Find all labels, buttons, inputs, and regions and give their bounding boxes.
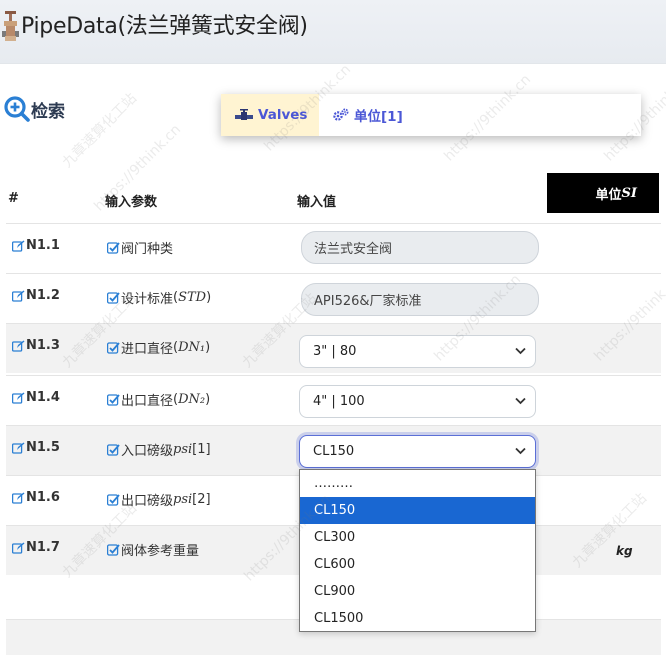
param-suffix: [1]: [192, 442, 211, 457]
param-name: 进口直径(DN₁): [107, 338, 210, 357]
checkbox-checked-icon: [107, 543, 120, 556]
row-id[interactable]: N1.4: [12, 390, 60, 405]
inlet-diameter-value: 3" | 80: [313, 344, 357, 359]
param-symbol: psi: [173, 492, 193, 507]
tab-units[interactable]: 单位[1]: [319, 94, 403, 136]
row-id[interactable]: N1.3: [12, 338, 60, 353]
tab-valves-label: Valves: [258, 107, 308, 123]
app-title: PipeData(法兰弹簧式安全阀): [21, 14, 308, 39]
inlet-class-options: ……… CL150 CL300 CL600 CL900 CL1500: [299, 469, 536, 632]
edit-icon: [12, 542, 25, 554]
outlet-diameter-value: 4" | 100: [313, 394, 365, 409]
param-name: 出口磅级 psi [2]: [107, 490, 211, 509]
chevron-down-icon: [515, 447, 526, 455]
edit-icon: [12, 240, 25, 252]
param-name: 阀门种类: [107, 238, 173, 257]
design-standard-field[interactable]: API526&厂家标准: [301, 283, 539, 316]
table-header: # 输入参数 输入值 单位 SI: [0, 173, 666, 213]
inlet-class-value: CL150: [313, 444, 355, 459]
header-param: 输入参数: [105, 195, 158, 210]
param-label: 入口磅级: [121, 444, 174, 459]
option-placeholder[interactable]: ………: [300, 470, 535, 497]
search-label: 检索: [31, 101, 65, 122]
edit-icon: [12, 492, 25, 504]
option-cl300[interactable]: CL300: [300, 524, 535, 551]
param-label: 阀体参考重量: [121, 544, 200, 559]
param-suffix: [2]: [192, 492, 211, 507]
header-value: 输入值: [297, 195, 337, 210]
table-row: N1.4 出口直径(DN₂) 4" | 100: [6, 375, 661, 425]
param-symbol: psi: [173, 442, 193, 457]
checkbox-checked-icon: [107, 443, 120, 456]
table-row: N1.1 阀门种类 法兰式安全阀: [6, 223, 661, 273]
param-label: 出口磅级: [121, 494, 174, 509]
param-name: 入口磅级 psi [1]: [107, 440, 211, 459]
outlet-diameter-select[interactable]: 4" | 100: [299, 385, 536, 418]
row-id-label: N1.7: [26, 540, 60, 555]
edit-icon: [12, 290, 25, 302]
table-row: N1.2 设计标准(STD) API526&厂家标准: [6, 273, 661, 323]
row-id[interactable]: N1.6: [12, 490, 60, 505]
table-row: N1.3 进口直径(DN₁) 3" | 80: [6, 323, 661, 373]
checkbox-checked-icon: [107, 291, 120, 304]
tab-bar: Valves 单位[1]: [221, 94, 641, 136]
checkbox-checked-icon: [107, 241, 120, 254]
option-cl900[interactable]: CL900: [300, 578, 535, 605]
unit-value: kg: [616, 544, 633, 558]
param-name: 阀体参考重量: [107, 540, 199, 559]
option-cl150[interactable]: CL150: [300, 497, 535, 524]
row-id[interactable]: N1.5: [12, 440, 60, 455]
title-bar: PipeData(法兰弹簧式安全阀): [0, 0, 666, 64]
valve-type-field[interactable]: 法兰式安全阀: [301, 231, 539, 264]
row-id[interactable]: N1.7: [12, 540, 60, 555]
inlet-class-select[interactable]: CL150: [299, 435, 536, 468]
header-unit: 单位 SI: [547, 173, 659, 213]
row-id-label: N1.5: [26, 440, 60, 455]
chevron-down-icon: [515, 347, 526, 355]
header-index: #: [8, 191, 19, 206]
gears-icon: [333, 108, 349, 121]
edit-icon: [12, 442, 25, 454]
edit-icon: [12, 392, 25, 404]
checkbox-checked-icon: [107, 493, 120, 506]
valve-icon: [235, 109, 253, 120]
row-id-label: N1.2: [26, 288, 60, 303]
row-id-label: N1.1: [26, 238, 60, 253]
row-id-label: N1.3: [26, 338, 60, 353]
chevron-down-icon: [515, 397, 526, 405]
param-name: 出口直径(DN₂): [107, 390, 210, 409]
param-label: 设计标准: [121, 292, 174, 307]
row-id[interactable]: N1.2: [12, 288, 60, 303]
param-label: 出口直径: [121, 394, 174, 409]
param-symbol: DN₂: [178, 392, 206, 407]
option-cl1500[interactable]: CL1500: [300, 605, 535, 632]
option-cl600[interactable]: CL600: [300, 551, 535, 578]
param-symbol: STD: [178, 290, 207, 305]
header-unit-system: SI: [621, 185, 637, 201]
header-unit-prefix: 单位: [595, 187, 622, 203]
table-row: N1.5 入口磅级 psi [1] CL150: [6, 425, 661, 475]
checkbox-checked-icon: [107, 393, 120, 406]
row-id[interactable]: N1.1: [12, 238, 60, 253]
tab-units-label: 单位[1]: [354, 109, 403, 125]
search-button[interactable]: 检索: [4, 96, 65, 122]
checkbox-checked-icon: [107, 341, 120, 354]
valve-logo-icon: [2, 11, 19, 41]
tab-valves[interactable]: Valves: [221, 94, 319, 136]
edit-icon: [12, 340, 25, 352]
param-label: 阀门种类: [121, 242, 174, 257]
row-id-label: N1.6: [26, 490, 60, 505]
param-symbol: DN₁: [178, 340, 206, 355]
zoom-in-icon: [4, 96, 30, 122]
row-id-label: N1.4: [26, 390, 60, 405]
inlet-diameter-select[interactable]: 3" | 80: [299, 335, 536, 368]
param-label: 进口直径: [121, 342, 174, 357]
watermark: 九章速算化工站: [59, 90, 141, 172]
param-name: 设计标准(STD): [107, 288, 211, 307]
